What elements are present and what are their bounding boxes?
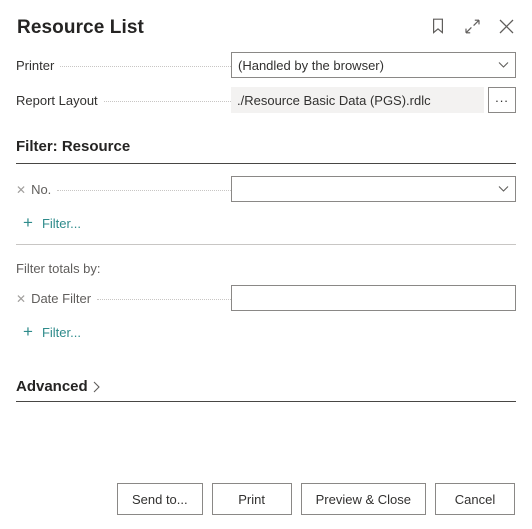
printer-control: (Handled by the browser): [231, 52, 516, 78]
add-filter-totals-button[interactable]: + Filter...: [23, 320, 81, 345]
printer-select[interactable]: (Handled by the browser): [231, 52, 516, 78]
add-filter-label: Filter...: [41, 216, 81, 231]
bookmark-icon[interactable]: [428, 16, 448, 36]
printer-label-wrap: Printer: [16, 58, 231, 73]
printer-label: Printer: [16, 57, 55, 73]
filter-date-control: [231, 285, 516, 311]
filter-totals-heading: Filter totals by:: [16, 261, 101, 276]
remove-filter-icon[interactable]: ✕: [16, 184, 26, 196]
report-layout-control: ./Resource Basic Data (PGS).rdlc ...: [231, 87, 516, 113]
send-to-button[interactable]: Send to...: [116, 483, 203, 515]
report-layout-label: Report Layout: [16, 92, 98, 108]
dotted-leader: [103, 100, 231, 102]
filter-no-control: [231, 176, 516, 202]
filter-date-label: Date Filter: [31, 290, 92, 306]
chevron-right-icon: [93, 381, 100, 393]
page-title: Resource List: [17, 16, 144, 38]
dotted-leader: [97, 298, 231, 300]
report-layout-input[interactable]: ./Resource Basic Data (PGS).rdlc: [231, 87, 484, 113]
plus-icon: +: [23, 322, 33, 341]
header-actions: [428, 16, 516, 36]
expand-icon[interactable]: [462, 16, 482, 36]
filter-no-row: ✕ No.: [16, 176, 516, 202]
cancel-button[interactable]: Cancel: [435, 483, 515, 515]
dialog-footer: Send to... Print Preview & Close Cancel: [0, 483, 532, 515]
print-button[interactable]: Print: [211, 483, 292, 515]
advanced-label: Advanced: [16, 378, 88, 395]
dotted-leader: [57, 189, 231, 191]
filter-no-select[interactable]: [231, 176, 516, 202]
close-icon[interactable]: [496, 16, 516, 36]
filter-date-label-wrap: ✕ Date Filter: [16, 291, 231, 306]
dialog-header: Resource List: [0, 0, 532, 52]
filter-no-label-wrap: ✕ No.: [16, 182, 231, 197]
filter-date-input[interactable]: [231, 285, 516, 311]
report-layout-assist-button[interactable]: ...: [488, 87, 516, 113]
filter-date-row: ✕ Date Filter: [16, 285, 516, 311]
advanced-divider: [16, 401, 516, 402]
plus-icon: +: [23, 213, 33, 232]
printer-row: Printer (Handled by the browser): [16, 52, 516, 78]
report-layout-label-wrap: Report Layout: [16, 93, 231, 108]
filter-no-label: No.: [31, 181, 52, 197]
advanced-section-toggle[interactable]: Advanced: [16, 378, 100, 401]
remove-filter-icon[interactable]: ✕: [16, 293, 26, 305]
add-filter-label: Filter...: [41, 325, 81, 340]
printer-value: (Handled by the browser): [238, 57, 384, 73]
preview-and-close-button[interactable]: Preview & Close: [300, 483, 426, 515]
filter-resource-heading: Filter: Resource: [16, 138, 516, 164]
dialog-body: Printer (Handled by the browser) Report …: [0, 52, 532, 402]
dotted-leader: [60, 65, 231, 67]
report-layout-row: Report Layout ./Resource Basic Data (PGS…: [16, 87, 516, 113]
add-filter-resource-button[interactable]: + Filter...: [23, 211, 81, 236]
